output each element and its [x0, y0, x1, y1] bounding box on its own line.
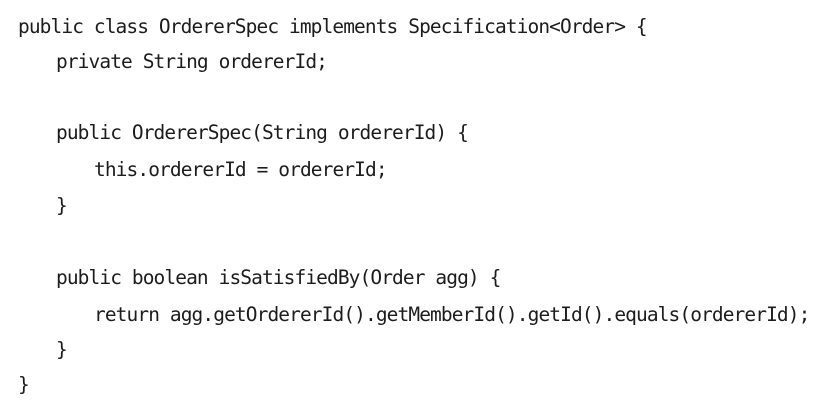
code-line-constructor-signature: public OrdererSpec(String ordererId) { [56, 121, 469, 144]
code-line-field-declaration: private String ordererId; [56, 50, 328, 73]
code-line-class-declaration: public class OrdererSpec implements Spec… [18, 15, 648, 38]
code-line-method-body: return agg.getOrdererId().getMemberId().… [94, 303, 810, 326]
code-line-method-close: } [56, 338, 68, 361]
code-line-class-close: } [18, 373, 30, 396]
code-line-constructor-close: } [56, 194, 68, 217]
code-line-method-signature: public boolean isSatisfiedBy(Order agg) … [56, 266, 501, 289]
code-listing: public class OrdererSpec implements Spec… [0, 0, 832, 412]
code-line-constructor-body: this.ordererId = ordererId; [94, 158, 388, 181]
